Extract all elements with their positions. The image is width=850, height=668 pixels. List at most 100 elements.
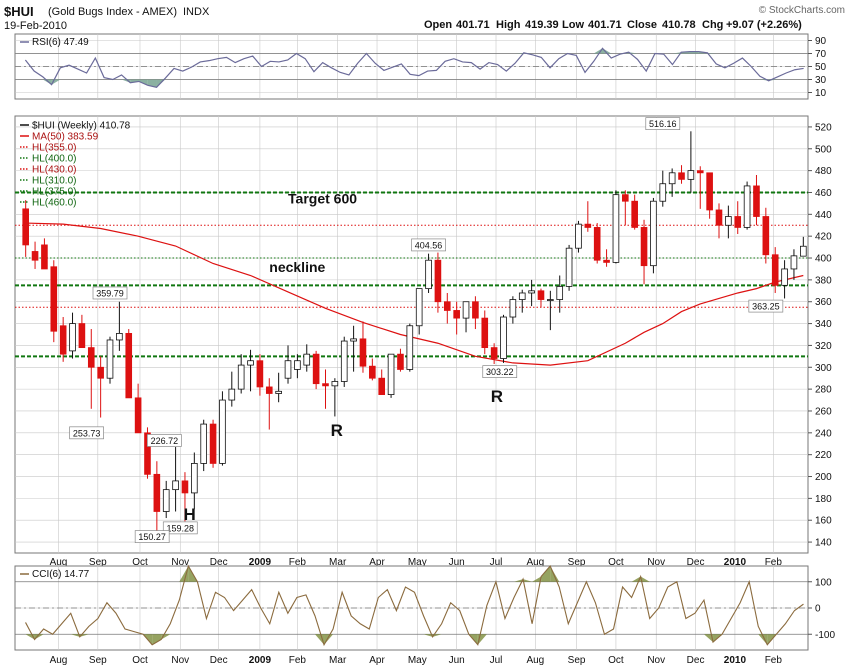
cci-panel: -100 0 100 CCI(6) 14.77 Aug Sep Oct Nov Dec 2009 F… <box>14 564 835 666</box>
y-tick-label: 70 <box>815 49 827 60</box>
y-tick-label: 100 <box>815 577 832 588</box>
candle-body <box>640 227 648 267</box>
chart-annotation: neckline <box>269 259 325 275</box>
price-label: 404.56 <box>415 240 443 250</box>
legend-label: HL(310.0) <box>32 176 76 187</box>
legend-label: HL(355.0) <box>32 143 76 154</box>
candle-body <box>153 473 161 512</box>
symbol-name: (Gold Bugs Index - AMEX) <box>48 6 177 18</box>
chart-date: 19-Feb-2010 <box>4 20 67 32</box>
candle-body <box>116 333 123 341</box>
y-tick-label: 300 <box>815 363 832 374</box>
candle-body <box>331 381 339 387</box>
candle-body <box>247 360 254 366</box>
price-label: 359.79 <box>96 288 124 298</box>
cci-x-tick-label: Dec <box>687 655 705 666</box>
y-tick-label: 10 <box>815 88 827 99</box>
candle-body <box>771 254 779 286</box>
candle-body <box>621 194 629 202</box>
candle-body <box>387 353 395 395</box>
cci-x-tick-label: Nov <box>171 655 189 666</box>
candle-body <box>453 310 460 319</box>
legend-label: MA(50) 383.59 <box>32 132 99 143</box>
candle-body <box>696 170 704 174</box>
candle-body <box>584 223 592 228</box>
candle-body <box>781 268 788 286</box>
chart-annotation: R <box>491 387 503 406</box>
candle-body <box>472 301 479 319</box>
high-value: 419.39 <box>525 19 559 31</box>
candle-body <box>725 216 732 226</box>
candle-body <box>106 339 114 379</box>
y-tick-label: 180 <box>815 494 832 505</box>
candle-body <box>687 170 695 180</box>
candle-body <box>743 185 751 228</box>
candle-body <box>22 208 29 246</box>
candle-body <box>162 489 170 512</box>
candle-body <box>537 290 545 300</box>
close-label: Close <box>627 19 657 31</box>
cci-x-tick-label: Jul <box>490 655 503 666</box>
candle-body <box>631 200 638 228</box>
symbol-exchange: INDX <box>183 6 210 18</box>
legend-label: HL(375.0) <box>32 187 76 198</box>
candle-body <box>294 360 301 370</box>
candle-body <box>78 323 86 349</box>
candle-body <box>312 353 320 385</box>
chart-annotation: H <box>184 505 196 524</box>
cci-x-tick-label: 2010 <box>724 655 747 666</box>
y-tick-label: 520 <box>815 122 832 133</box>
chg-value: +9.07 (+2.26%) <box>726 19 802 31</box>
candle-body <box>659 183 667 202</box>
price-label: 226.72 <box>151 436 179 446</box>
legend-label: $HUI (Weekly) 410.78 <box>32 121 131 132</box>
y-tick-label: 160 <box>815 516 832 527</box>
candle-body <box>50 266 58 332</box>
legend-label: HL(400.0) <box>32 154 76 165</box>
candle-body <box>41 244 48 270</box>
candle-body <box>668 172 676 185</box>
candle-body <box>481 317 489 349</box>
cci-x-tick-label: Aug <box>526 655 544 666</box>
brand-label: © StockCharts.com <box>759 5 845 16</box>
cci-x-tick-label: Oct <box>608 655 624 666</box>
candle-body <box>528 290 535 294</box>
candle-body <box>303 353 311 366</box>
y-tick-label: 260 <box>815 406 832 417</box>
cci-x-tick-label: Aug <box>50 655 68 666</box>
cci-x-tick-label: Dec <box>210 655 228 666</box>
candle-body <box>462 301 470 319</box>
legend-label: HL(430.0) <box>32 165 76 176</box>
price-label: 363.25 <box>752 302 780 312</box>
y-tick-label: 140 <box>815 538 832 549</box>
candle-body <box>565 247 573 287</box>
stock-chart: $HUI (Gold Bugs Index - AMEX) INDX 19-Fe… <box>4 4 845 666</box>
candle-body <box>219 399 226 464</box>
price-label: 253.73 <box>73 428 101 438</box>
y-tick-label: 420 <box>815 232 832 243</box>
y-tick-label: 480 <box>815 166 832 177</box>
chart-annotation: Target 600 <box>288 190 357 206</box>
candle-body <box>406 325 414 370</box>
candle-body <box>593 227 601 261</box>
candle-body <box>734 216 742 228</box>
y-tick-label: 500 <box>815 144 832 155</box>
chart-annotation: R <box>331 421 343 440</box>
candle-body <box>650 200 657 267</box>
cci-x-tick-label: Nov <box>647 655 665 666</box>
high-label: High <box>496 19 521 31</box>
candle-body <box>378 377 386 395</box>
candle-body <box>434 259 442 303</box>
candle-body <box>172 480 179 491</box>
candle-body <box>69 323 76 352</box>
y-tick-label: 0 <box>815 604 821 615</box>
candle-body <box>237 364 245 390</box>
cci-x-tick-label: Oct <box>132 655 148 666</box>
y-tick-label: 240 <box>815 428 832 439</box>
rsi-legend-label: RSI(6) 47.49 <box>32 37 89 48</box>
candle-body <box>790 255 798 270</box>
cci-legend-label: CCI(6) 14.77 <box>32 569 90 580</box>
cci-x-tick-label: Feb <box>289 655 307 666</box>
candle-body <box>425 259 432 290</box>
y-tick-label: 280 <box>815 385 832 396</box>
